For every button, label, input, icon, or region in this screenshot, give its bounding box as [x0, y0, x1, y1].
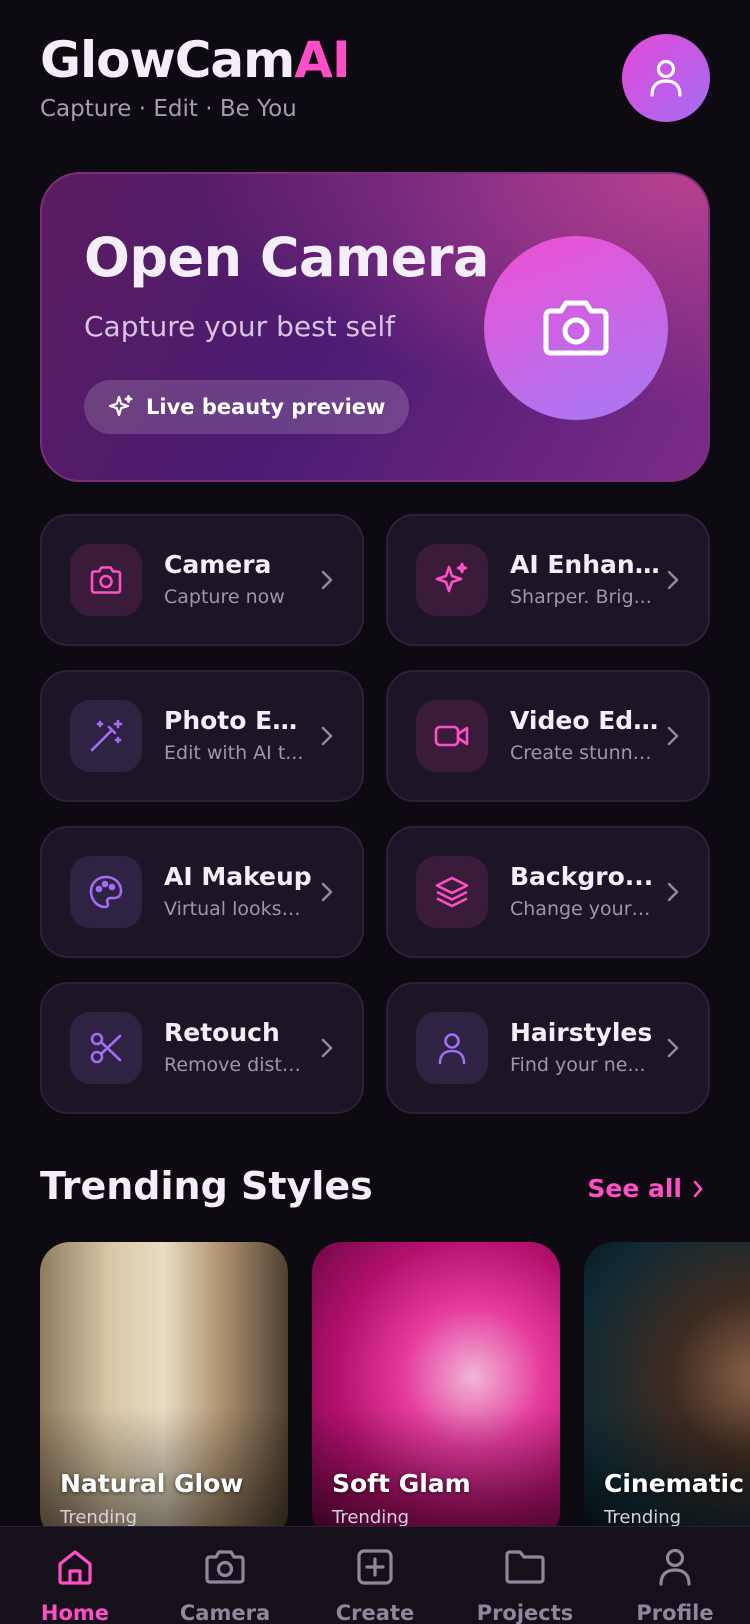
nav-item-camera[interactable]: Camera: [160, 1545, 290, 1624]
chevron-right-icon: [667, 570, 679, 590]
user-icon: [650, 59, 682, 97]
chevron-right-icon: [321, 570, 333, 590]
folder-icon: [505, 1550, 545, 1584]
feature-subtitle: Find your ne...: [510, 1054, 646, 1076]
magic-wand-icon: [90, 719, 123, 752]
feature-title: Retouch: [164, 1018, 280, 1047]
camera-icon: [543, 300, 609, 356]
feature-subtitle: Change your ...: [510, 898, 652, 920]
video-icon: [434, 725, 469, 747]
app-title-main: GlowCam: [40, 31, 295, 89]
nav-label: Create: [335, 1601, 415, 1624]
feature-title: Photo Ed...: [164, 706, 314, 735]
feature-subtitle: Capture now: [164, 586, 285, 608]
chevron-right-icon: [321, 726, 333, 746]
user-icon: [659, 1548, 691, 1586]
feature-icon-tile: [70, 544, 142, 616]
hero-title: Open Camera: [84, 226, 489, 289]
style-card-sub: Trending: [60, 1507, 138, 1528]
feature-subtitle: Create stunni...: [510, 742, 652, 764]
style-card-cinematic[interactable]: Cinematic Trending: [584, 1242, 750, 1542]
feature-title: Camera: [164, 550, 272, 579]
feature-subtitle: Sharper. Brig...: [510, 586, 652, 608]
nav-item-create[interactable]: Create: [310, 1545, 440, 1624]
home-icon: [58, 1550, 92, 1585]
feature-title: Backgro...: [510, 862, 654, 891]
feature-card-background[interactable]: Backgro... Change your ...: [386, 826, 710, 958]
sparkle-icon: [108, 394, 133, 417]
camera-icon: [90, 566, 122, 594]
style-card-label: Natural Glow: [60, 1469, 244, 1498]
plus-square-icon: [357, 1549, 393, 1585]
feature-subtitle: Remove distr...: [164, 1054, 306, 1076]
feature-card-camera[interactable]: Camera Capture now: [40, 514, 364, 646]
feature-icon-tile: [416, 856, 488, 928]
chevron-right-icon: [667, 882, 679, 902]
feature-card-retouch[interactable]: Retouch Remove distr...: [40, 982, 364, 1114]
app-title: GlowCamAI: [40, 30, 351, 90]
layers-icon: [435, 876, 469, 908]
home-screen: GlowCamAI Capture · Edit · Be You Open C…: [0, 0, 750, 1624]
see-all-link[interactable]: See all: [587, 1174, 704, 1203]
feature-title: AI Enhan...: [510, 550, 660, 579]
app-title-accent: AI: [294, 31, 350, 89]
feature-card-photo-editor[interactable]: Photo Ed... Edit with AI t...: [40, 670, 364, 802]
feature-card-video-editor[interactable]: Video Edi... Create stunni...: [386, 670, 710, 802]
feature-icon-tile: [70, 856, 142, 928]
feature-subtitle: Edit with AI t...: [164, 742, 304, 764]
hero-subtitle: Capture your best self: [84, 310, 396, 343]
camera-icon: [205, 1550, 245, 1584]
nav-label: Camera: [179, 1601, 271, 1624]
profile-avatar-button[interactable]: [622, 34, 710, 122]
palette-icon: [89, 875, 123, 909]
feature-title: Hairstyles: [510, 1018, 653, 1047]
app-tagline: Capture · Edit · Be You: [40, 96, 297, 122]
feature-card-ai-enhance[interactable]: AI Enhan... Sharper. Brig...: [386, 514, 710, 646]
feature-icon-tile: [70, 700, 142, 772]
app-header: GlowCamAI Capture · Edit · Be You: [40, 30, 351, 122]
nav-label: Projects: [476, 1601, 574, 1624]
scissors-icon: [90, 1032, 122, 1064]
nav-item-profile[interactable]: Profile: [610, 1545, 740, 1624]
chevron-right-icon: [667, 726, 679, 746]
trending-section-title: Trending Styles: [40, 1164, 373, 1208]
live-beauty-preview-chip[interactable]: Live beauty preview: [84, 380, 410, 434]
chevron-right-icon: [693, 1180, 703, 1197]
chevron-right-icon: [321, 882, 333, 902]
feature-card-hairstyles[interactable]: Hairstyles Find your ne...: [386, 982, 710, 1114]
nav-item-home[interactable]: Home: [10, 1545, 140, 1624]
chevron-right-icon: [667, 1038, 679, 1058]
feature-icon-tile: [416, 700, 488, 772]
open-camera-card[interactable]: Open Camera Capture your best self Live …: [40, 172, 710, 482]
feature-title: Video Edi...: [510, 706, 660, 735]
bottom-nav: Home Camera Create Projects Profile: [0, 1526, 750, 1624]
feature-icon-tile: [416, 544, 488, 616]
feature-title: AI Makeup: [164, 862, 312, 891]
style-card-label: Cinematic: [604, 1469, 744, 1498]
style-card-natural-glow[interactable]: Natural Glow Trending: [40, 1242, 288, 1542]
feature-card-ai-makeup[interactable]: AI Makeup Virtual looks, ...: [40, 826, 364, 958]
nav-label: Home: [40, 1601, 110, 1624]
feature-icon-tile: [70, 1012, 142, 1084]
feature-icon-tile: [416, 1012, 488, 1084]
style-card-label: Soft Glam: [332, 1469, 471, 1498]
nav-item-projects[interactable]: Projects: [460, 1545, 590, 1624]
sparkle-icon: [435, 562, 468, 593]
nav-label: Profile: [636, 1601, 714, 1624]
user-icon: [438, 1033, 466, 1065]
style-card-soft-glam[interactable]: Soft Glam Trending: [312, 1242, 560, 1542]
chevron-right-icon: [321, 1038, 333, 1058]
open-camera-button[interactable]: [484, 236, 668, 420]
feature-subtitle: Virtual looks, ...: [164, 898, 306, 920]
style-card-sub: Trending: [332, 1507, 410, 1528]
style-card-sub: Trending: [604, 1507, 682, 1528]
chip-label: Live beauty preview: [146, 395, 386, 419]
see-all-label: See all: [587, 1174, 682, 1203]
